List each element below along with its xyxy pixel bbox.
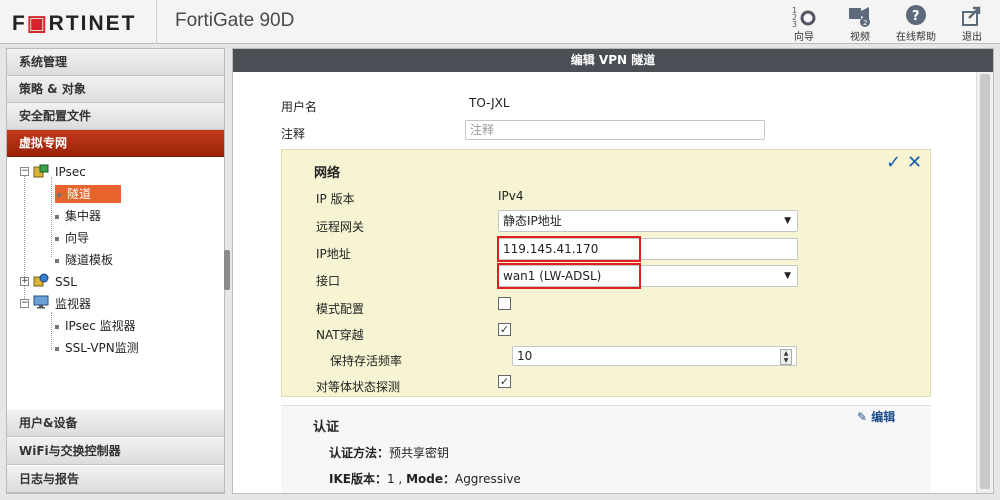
menu-system-admin[interactable]: 系统管理 <box>7 49 224 76</box>
collapse-monitor-toggle[interactable]: − <box>20 299 29 308</box>
tree-ipsec-monitor[interactable]: IPsec 监视器 <box>55 317 136 335</box>
help-icon: ? <box>906 5 926 25</box>
vpn-tree: − IPsec 隧道 集中器 向导 隧道模板 + SSL − 监视器 IPsec… <box>7 157 224 403</box>
dropdown-arrow-icon: ▼ <box>784 271 791 281</box>
menu-users-devices[interactable]: 用户&设备 <box>7 410 224 437</box>
confirm-check-icon[interactable]: ✓ <box>886 152 901 173</box>
auth-edit-button[interactable]: ✎ 编辑 <box>857 408 895 425</box>
tree-sslvpn-monitor[interactable]: SSL-VPN监测 <box>55 339 139 357</box>
auth-title: 认证 <box>313 420 340 435</box>
cancel-x-icon[interactable]: ✕ <box>907 152 922 173</box>
comment-label: 注释 <box>281 127 306 141</box>
tree-bullet <box>55 258 59 263</box>
highlight-box <box>497 236 641 262</box>
interface-label: 接口 <box>316 274 341 288</box>
scrollbar-thumb[interactable] <box>980 74 990 489</box>
highlight-box <box>497 263 641 289</box>
expand-ssl-toggle[interactable]: + <box>20 277 29 286</box>
tree-bullet <box>55 346 59 351</box>
tree-wizard[interactable]: 向导 <box>55 229 89 247</box>
pencil-icon: ✎ <box>857 410 868 424</box>
menu-wifi-switch[interactable]: WiFi与交换控制器 <box>7 438 224 465</box>
tree-monitor[interactable]: 监视器 <box>55 295 91 313</box>
name-value: TO-JXL <box>469 96 510 110</box>
vertical-scrollbar[interactable] <box>976 72 993 493</box>
tree-bullet <box>55 324 59 329</box>
top-header: F▣RTINET FortiGate 90D 1 2 3 向导 2 视频 ? 在… <box>0 0 1000 44</box>
tree-tunnel-template[interactable]: 隧道模板 <box>55 251 113 269</box>
ike-row: IKE版本：1 , Mode：Aggressive <box>329 472 521 486</box>
tree-concentrator[interactable]: 集中器 <box>55 207 101 225</box>
logout-button[interactable]: 退出 <box>944 4 1000 43</box>
ip-version-value: IPv4 <box>498 189 524 203</box>
header-divider <box>156 0 157 44</box>
panel-title: 编辑 VPN 隧道 <box>233 49 993 72</box>
collapse-ipsec-toggle[interactable]: − <box>20 167 29 176</box>
tree-bullet <box>57 192 61 197</box>
sidebar: 系统管理 策略 & 对象 安全配置文件 虚拟专网 − IPsec 隧道 集中器 … <box>6 48 225 494</box>
tree-ipsec[interactable]: IPsec <box>55 163 86 181</box>
menu-log-report[interactable]: 日志与报告 <box>7 466 224 493</box>
fortinet-logo: F▣RTINET <box>12 12 137 35</box>
ip-version-label: IP 版本 <box>316 192 355 206</box>
tree-bullet <box>55 236 59 241</box>
menu-vpn[interactable]: 虚拟专网 <box>7 130 224 157</box>
dpd-label: 对等体状态探测 <box>316 380 401 394</box>
keepalive-stepper[interactable]: 10 ▲ ▼ <box>512 346 797 366</box>
nat-traversal-checkbox[interactable]: ✓ <box>498 323 511 336</box>
logout-icon <box>962 6 981 26</box>
edit-vpn-panel: 编辑 VPN 隧道 用户名 TO-JXL 注释 注释 网络 ✓ ✕ IP 版本 … <box>232 48 994 494</box>
tree-guide-line <box>51 312 52 350</box>
ssl-folder-icon <box>33 273 49 287</box>
mode-config-checkbox[interactable] <box>498 297 511 310</box>
mode-config-label: 模式配置 <box>316 302 365 316</box>
tree-guide-line <box>51 177 52 257</box>
ipsec-folder-icon <box>33 164 49 178</box>
sidebar-collapse-handle[interactable] <box>224 250 230 290</box>
svg-text:2: 2 <box>863 19 867 27</box>
spin-arrows-icon[interactable]: ▲ ▼ <box>780 349 792 365</box>
dropdown-arrow-icon: ▼ <box>784 216 791 226</box>
comment-field[interactable]: 注释 <box>465 120 765 140</box>
nat-traversal-label: NAT穿越 <box>316 328 364 342</box>
network-title: 网络 <box>314 166 341 181</box>
ip-address-label: IP地址 <box>316 247 351 261</box>
video-icon: 2 <box>849 7 870 27</box>
network-section: 网络 ✓ ✕ IP 版本 IPv4 远程网关 静态IP地址 ▼ IP地址 119.… <box>281 149 931 397</box>
monitor-icon <box>33 295 49 309</box>
online-help-button[interactable]: ? 在线帮助 <box>888 4 944 43</box>
auth-method-row: 认证方法：预共享密钥 <box>329 446 450 460</box>
keepalive-label: 保持存活频率 <box>330 354 403 368</box>
product-name: FortiGate 90D <box>175 10 295 31</box>
wizard-button[interactable]: 1 2 3 向导 <box>776 4 832 43</box>
auth-section: 认证 ✎ 编辑 认证方法：预共享密钥 IKE版本：1 , Mode：Aggres… <box>281 405 931 493</box>
name-label: 用户名 <box>281 100 318 114</box>
dpd-checkbox[interactable]: ✓ <box>498 375 511 388</box>
tree-ssl[interactable]: SSL <box>55 273 77 291</box>
svg-text:3: 3 <box>792 20 797 28</box>
menu-policy-objects[interactable]: 策略 & 对象 <box>7 76 224 103</box>
wizard-icon: 1 2 3 <box>792 6 816 28</box>
menu-security-profiles[interactable]: 安全配置文件 <box>7 103 224 130</box>
remote-gateway-label: 远程网关 <box>316 220 365 234</box>
svg-text:?: ? <box>912 9 920 24</box>
video-button[interactable]: 2 视频 <box>832 4 888 43</box>
remote-gateway-select[interactable]: 静态IP地址 ▼ <box>498 210 798 232</box>
tree-tunnel[interactable]: 隧道 <box>55 185 122 203</box>
tree-bullet <box>55 214 59 219</box>
